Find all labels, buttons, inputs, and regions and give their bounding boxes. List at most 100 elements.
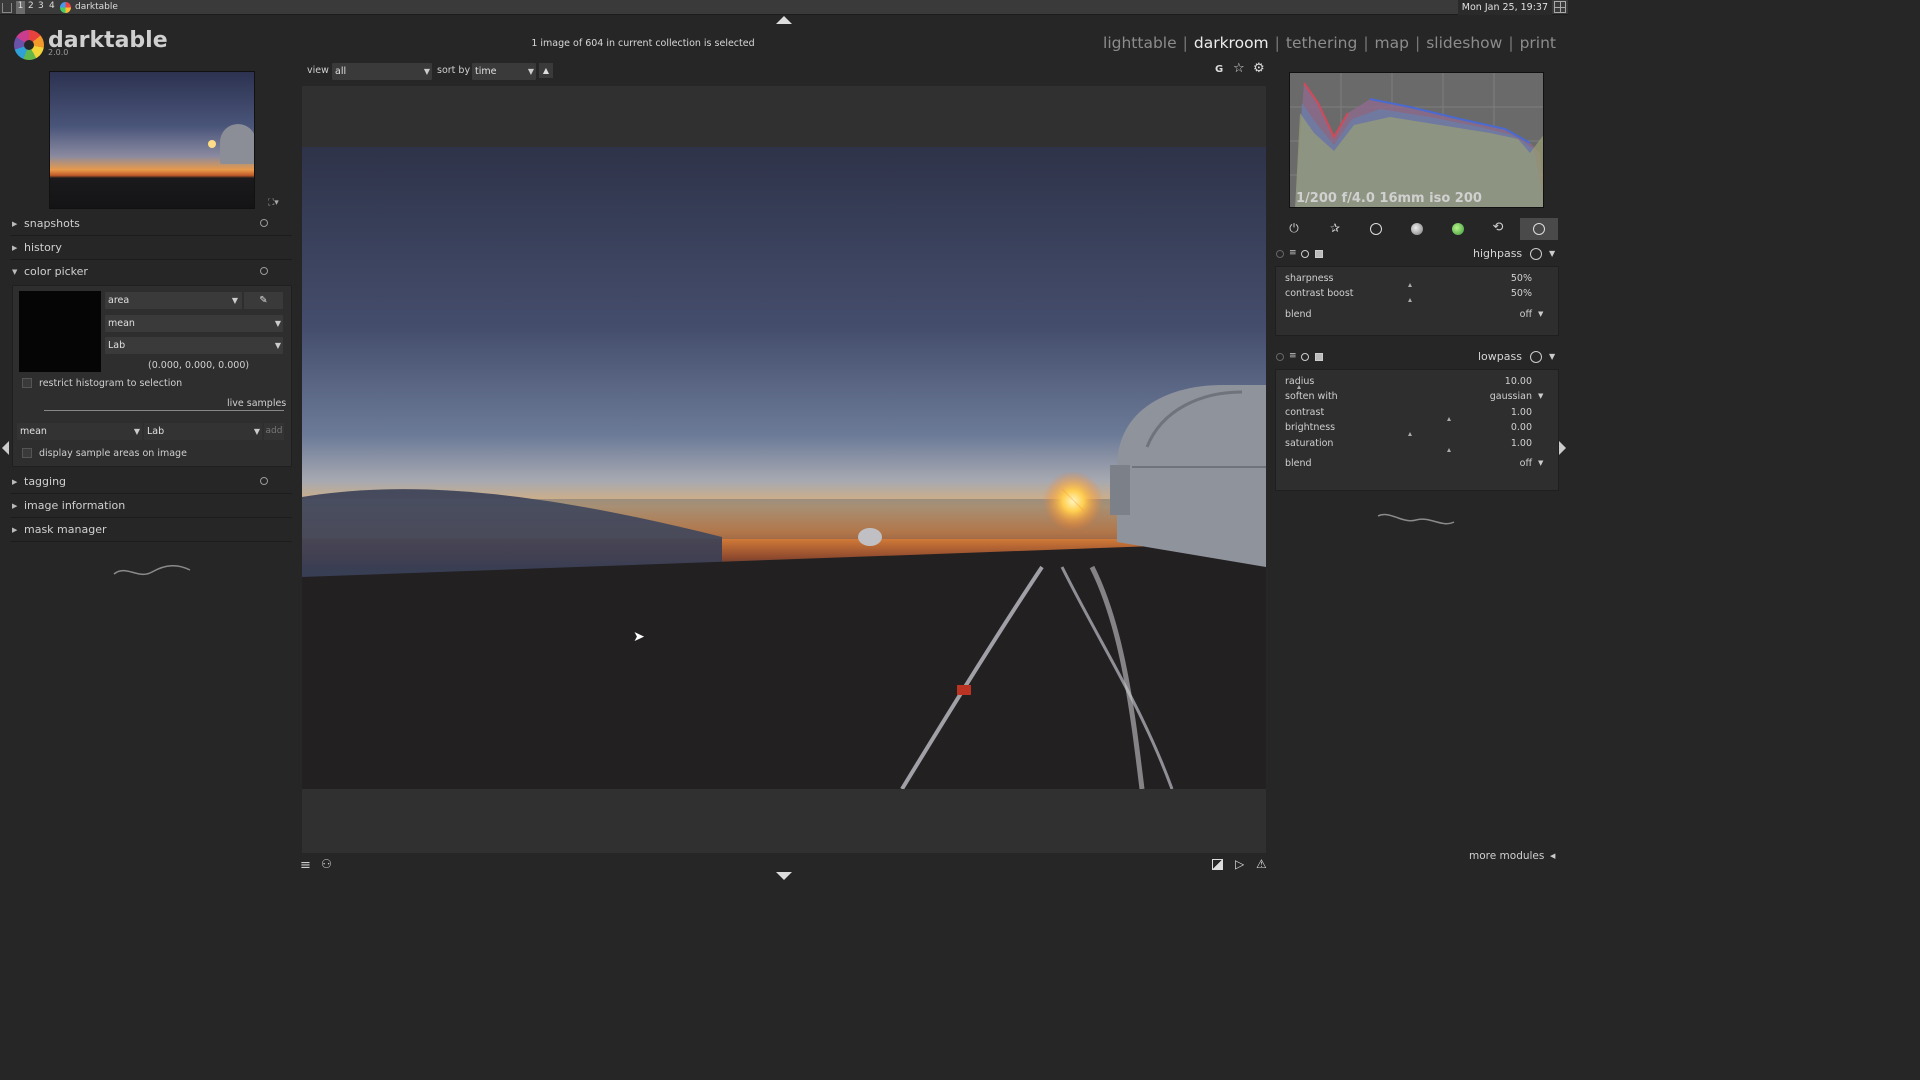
darktable-logo-icon: [14, 30, 44, 60]
section-image-information[interactable]: ▶ image information: [10, 494, 292, 518]
presets-icon[interactable]: [260, 219, 268, 227]
highpass-sharpness-slider[interactable]: [1408, 283, 1412, 287]
chevron-down-icon[interactable]: ▼: [1538, 392, 1543, 400]
refresh-icon[interactable]: ⟲: [1490, 220, 1506, 235]
sample-colorspace-combo[interactable]: Lab ▼: [144, 423, 262, 440]
effects-group-button[interactable]: [1520, 218, 1558, 240]
presets-icon[interactable]: [1315, 353, 1323, 361]
lowpass-expander-icon[interactable]: ▼: [1549, 352, 1555, 361]
presets-icon[interactable]: [260, 477, 268, 485]
star-overlay-icon[interactable]: ☆: [1233, 61, 1245, 76]
circle-icon[interactable]: [1370, 223, 1382, 235]
sample-statistic-value: mean: [20, 426, 47, 437]
panel-end-ornament: [113, 565, 191, 576]
section-image-information-label: image information: [24, 499, 126, 512]
collapse-bottom-icon[interactable]: [776, 872, 792, 880]
main-image[interactable]: [302, 147, 1266, 791]
section-tagging[interactable]: ▶ tagging: [10, 470, 292, 494]
live-samples-label: live samples: [227, 398, 287, 409]
view-lighttable[interactable]: lighttable: [1103, 34, 1177, 52]
more-modules-expander-icon[interactable]: ◀: [1550, 852, 1555, 860]
collapse-left-icon[interactable]: [2, 441, 9, 455]
color-circle-icon[interactable]: [1452, 223, 1464, 235]
add-sample-button[interactable]: add: [264, 423, 284, 440]
styles-icon[interactable]: ⚇: [321, 857, 332, 871]
chevron-down-icon[interactable]: ▼: [1538, 310, 1543, 318]
section-mask-manager[interactable]: ▶ mask manager: [10, 518, 292, 542]
collapse-top-icon[interactable]: [776, 16, 792, 24]
zoom-menu-icon[interactable]: ⛶▾: [268, 198, 279, 208]
view-tethering[interactable]: tethering: [1286, 34, 1357, 52]
taskbar-app-title[interactable]: darktable: [75, 2, 118, 12]
histogram[interactable]: [1289, 72, 1544, 208]
color-picker-button[interactable]: ✎: [244, 292, 283, 309]
display-sample-areas-checkbox[interactable]: [22, 448, 32, 458]
sort-direction-button[interactable]: ▲: [539, 63, 553, 78]
workspace-3[interactable]: 3: [38, 1, 44, 11]
desktop-grid-icon[interactable]: [1554, 1, 1566, 13]
app-version: 2.0.0: [48, 48, 69, 57]
star-icon[interactable]: ✰: [1327, 221, 1343, 235]
module-enable-icon[interactable]: [1276, 353, 1284, 361]
view-slideshow[interactable]: slideshow: [1426, 34, 1502, 52]
lowpass-saturation-slider[interactable]: [1447, 448, 1452, 452]
highpass-contrast-boost-value[interactable]: 50%: [1480, 288, 1532, 299]
navigation-thumbnail[interactable]: [49, 71, 255, 209]
more-modules-label[interactable]: more modules: [1469, 850, 1544, 862]
multi-instance-icon[interactable]: ≡: [1289, 248, 1297, 258]
view-filter-combo[interactable]: all ▼: [332, 63, 432, 80]
menu-icon[interactable]: [2, 3, 12, 13]
picker-statistic-combo[interactable]: mean ▼: [105, 315, 283, 332]
taskbar: 1 2 3 4 darktable Mon Jan 25, 19:37: [0, 0, 1568, 15]
grouping-button[interactable]: G: [1215, 64, 1223, 75]
highpass-expander-icon[interactable]: ▼: [1549, 249, 1555, 258]
restrict-histogram-checkbox[interactable]: [22, 378, 32, 388]
softproof-icon[interactable]: ▷: [1235, 857, 1244, 871]
view-print[interactable]: print: [1520, 34, 1556, 52]
view-map[interactable]: map: [1375, 34, 1409, 52]
lowpass-contrast-slider[interactable]: [1447, 417, 1452, 421]
lowpass-soften-value[interactable]: gaussian: [1470, 391, 1532, 402]
presets-icon[interactable]: [260, 267, 268, 275]
section-color-picker[interactable]: ▼ color picker: [10, 260, 292, 284]
sample-statistic-combo[interactable]: mean ▼: [17, 423, 142, 440]
lowpass-radius-slider[interactable]: [1297, 385, 1301, 389]
picker-mode-combo[interactable]: area ▼: [105, 292, 242, 309]
sample-colorspace-value: Lab: [147, 426, 165, 437]
lowpass-blend-value[interactable]: off: [1500, 458, 1532, 469]
section-history[interactable]: ▶ history: [10, 236, 292, 260]
presets-icon[interactable]: [1315, 250, 1323, 258]
live-samples-divider: [44, 410, 284, 411]
color-assessment-icon[interactable]: [1212, 859, 1223, 870]
lowpass-saturation-value[interactable]: 1.00: [1480, 438, 1532, 449]
view-darkroom[interactable]: darkroom: [1194, 34, 1269, 52]
quick-access-menu-icon[interactable]: ≡: [300, 858, 311, 873]
reset-icon[interactable]: [1301, 353, 1309, 361]
reset-icon[interactable]: [1301, 250, 1309, 258]
workspace-4[interactable]: 4: [49, 1, 55, 11]
section-snapshots[interactable]: ▶ snapshots: [10, 212, 292, 236]
clock[interactable]: Mon Jan 25, 19:37: [1457, 0, 1552, 15]
sort-combo[interactable]: time ▼: [472, 63, 536, 80]
chevron-down-icon[interactable]: ▼: [1538, 459, 1543, 467]
chevron-down-icon: ▼: [253, 427, 260, 436]
chevron-down-icon: ▼: [274, 319, 281, 328]
module-enable-icon[interactable]: [1276, 250, 1284, 258]
workspace-1[interactable]: 1: [16, 1, 25, 14]
power-icon[interactable]: ⏻: [1286, 221, 1302, 236]
lowpass-brightness-slider[interactable]: [1408, 432, 1412, 436]
multi-instance-icon[interactable]: ≡: [1289, 351, 1297, 361]
preferences-gear-icon[interactable]: ⚙: [1253, 61, 1265, 76]
highpass-sharpness-value[interactable]: 50%: [1480, 273, 1532, 284]
collapse-right-icon[interactable]: [1559, 441, 1566, 455]
lowpass-brightness-value[interactable]: 0.00: [1480, 422, 1532, 433]
highpass-contrast-boost-slider[interactable]: [1408, 298, 1412, 302]
half-circle-icon[interactable]: [1411, 223, 1423, 235]
lowpass-contrast-value[interactable]: 1.00: [1480, 407, 1532, 418]
gamut-check-icon[interactable]: ⚠: [1256, 857, 1267, 871]
highpass-blend-value[interactable]: off: [1500, 309, 1532, 320]
workspace-2[interactable]: 2: [28, 1, 34, 11]
highpass-contrast-boost-label: contrast boost: [1285, 288, 1354, 299]
picker-colorspace-combo[interactable]: Lab ▼: [105, 337, 283, 354]
lowpass-radius-value[interactable]: 10.00: [1480, 376, 1532, 387]
